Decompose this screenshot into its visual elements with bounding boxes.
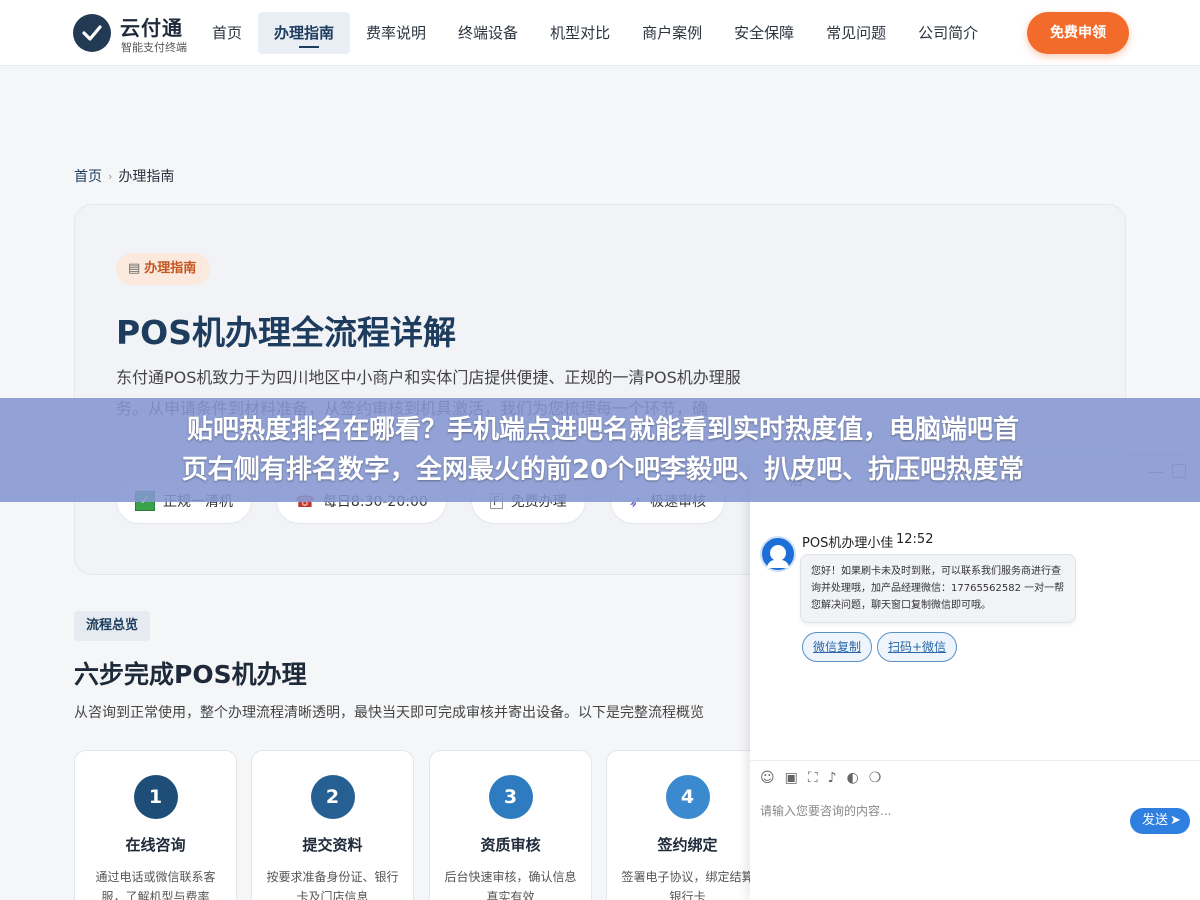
step-title: 在线咨询 — [125, 836, 186, 854]
send-button[interactable]: 发送 ➤ — [1130, 808, 1190, 834]
nav-item-cases[interactable]: 商户案例 — [626, 12, 718, 54]
screenshot-icon[interactable]: ⛶ — [808, 770, 818, 786]
logo-check-icon[interactable] — [73, 14, 111, 52]
hero-tag-label: 办理指南 — [144, 261, 197, 276]
overlay-banner-text: 贴吧热度排名在哪看？手机端点进吧名就能看到实时热度值，电脑端吧首 页右侧有排名数… — [48, 410, 1158, 490]
message-time: 12:52 — [896, 532, 934, 547]
step-description: 通过电话或微信联系客服，了解机型与费率 — [95, 870, 216, 900]
step-card: 4 签约绑定 签署电子协议，绑定结算银行卡 — [606, 750, 769, 900]
chat-message-bubble: 您好！如果刷卡未及时到账，可以联系我们服务商进行查询并处理哦，加产品经理微信：1… — [800, 554, 1076, 623]
agent-name: POS机办理小佳 — [802, 536, 894, 551]
brand-tagline: 智能支付终端 — [121, 41, 187, 54]
section-description: 从咨询到正常使用，整个办理流程清晰透明，最快当天即可完成审核并寄出设备。以下是完… — [74, 705, 704, 721]
nav-item-devices[interactable]: 终端设备 — [442, 12, 534, 54]
step-card: 1 在线咨询 通过电话或微信联系客服，了解机型与费率 — [74, 750, 237, 900]
page-title: POS机办理全流程详解 — [116, 313, 457, 352]
nav-item-security[interactable]: 安全保障 — [718, 12, 810, 54]
send-label: 发送 — [1142, 813, 1169, 828]
step-number: 4 — [665, 775, 710, 819]
section-tag: 流程总览 — [74, 611, 151, 641]
voice-icon[interactable]: ♪ — [828, 770, 837, 786]
free-apply-button[interactable]: 免费申领 — [1027, 12, 1129, 54]
step-title: 资质审核 — [480, 836, 541, 854]
step-title: 签约绑定 — [657, 836, 718, 854]
image-icon[interactable]: ▣ — [785, 770, 798, 786]
agent-avatar — [760, 536, 796, 572]
emoji-icon[interactable]: ☺ — [760, 770, 775, 786]
overlay-line-1: 贴吧热度排名在哪看？手机端点进吧名就能看到实时热度值，电脑端吧首 — [186, 415, 1019, 445]
hero-tag: ▤ 办理指南 — [116, 253, 211, 285]
step-number: 1 — [133, 775, 178, 819]
step-card: 2 提交资料 按要求准备身份证、银行卡及门店信息 — [251, 750, 414, 900]
chat-message-input[interactable] — [760, 800, 1120, 822]
nav-item-guide[interactable]: 办理指南 — [258, 12, 351, 54]
breadcrumb: 首页 › 办理指南 — [74, 166, 174, 186]
audio-icon[interactable]: ◐ — [847, 770, 859, 786]
clipboard-icon: ▤ — [128, 261, 141, 276]
breadcrumb-current: 办理指南 — [118, 169, 175, 185]
section-title: 六步完成POS机办理 — [74, 660, 307, 689]
breadcrumb-separator: › — [108, 169, 113, 183]
nav-item-home[interactable]: 首页 — [196, 12, 258, 54]
overlay-line-2: 页右侧有排名数字，全网最火的前20个吧李毅吧、扒皮吧、抗压吧热度常 — [181, 455, 1025, 485]
nav-item-faq[interactable]: 常见问题 — [810, 12, 902, 54]
step-description: 按要求准备身份证、银行卡及门店信息 — [266, 870, 399, 900]
nav-item-compare[interactable]: 机型对比 — [534, 12, 626, 54]
step-title: 提交资料 — [302, 836, 363, 854]
nav-item-rates[interactable]: 费率说明 — [350, 12, 442, 54]
send-arrow-icon: ➤ — [1170, 813, 1181, 828]
nav-menu: 首页 办理指南 费率说明 终端设备 机型对比 商户案例 安全保障 常见问题 公司… — [196, 12, 994, 54]
nav-item-about[interactable]: 公司简介 — [902, 12, 994, 54]
breadcrumb-home-link[interactable]: 首页 — [74, 166, 102, 186]
step-description: 后台快速审核，确认信息真实有效 — [444, 870, 577, 900]
scan-wechat-button[interactable]: 扫码+微信 — [877, 632, 958, 662]
copy-wechat-button[interactable]: 微信复制 — [802, 632, 873, 662]
top-navigation: 云付通 智能支付终端 首页 办理指南 费率说明 终端设备 机型对比 商户案例 安… — [0, 0, 1200, 66]
chat-toolbar: ☺ ▣ ⛶ ♪ ◐ ❍ — [760, 770, 881, 786]
wechat-icon[interactable]: ❍ — [869, 770, 882, 786]
chat-widget: 后 — POS机办理小佳 12:52 您好！如果刷卡未及时到账，可以联系我们服务… — [750, 456, 1200, 900]
brand-name[interactable]: 云付通 — [120, 12, 183, 41]
step-card: 3 资质审核 后台快速审核，确认信息真实有效 — [429, 750, 592, 900]
step-number: 3 — [488, 775, 533, 819]
chat-divider — [750, 760, 1200, 761]
step-description: 签署电子协议，绑定结算银行卡 — [621, 870, 754, 900]
step-number: 2 — [310, 775, 355, 819]
